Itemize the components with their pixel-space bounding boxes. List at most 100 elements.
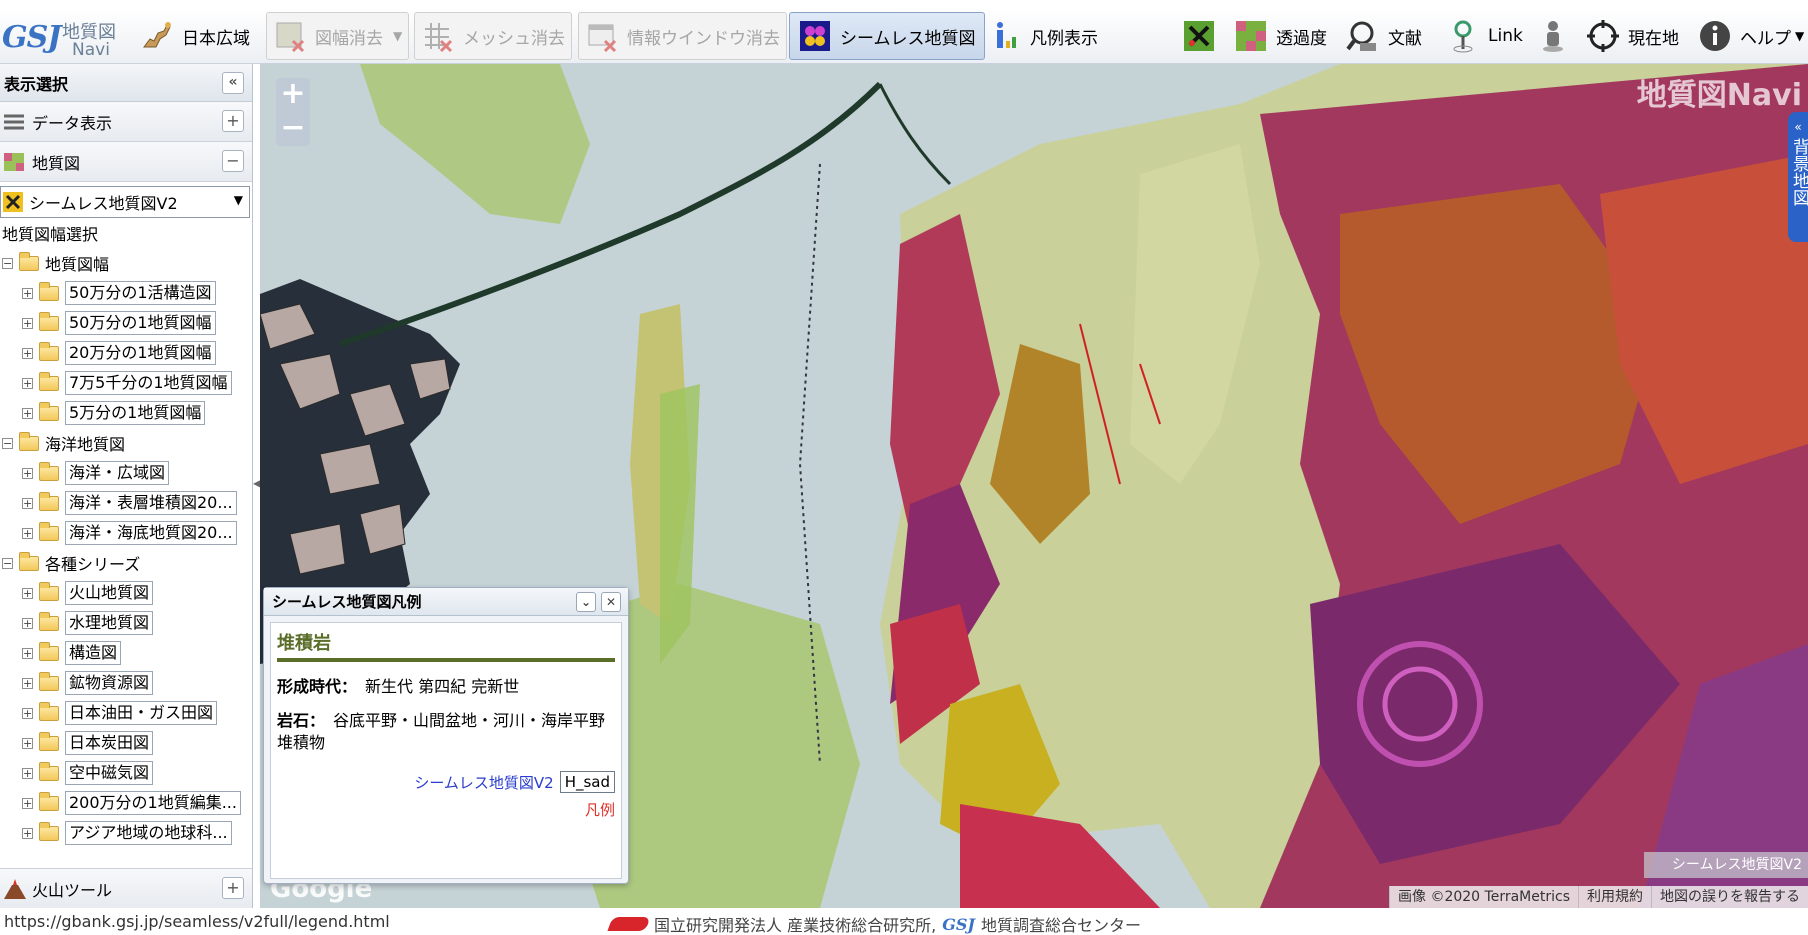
expand-toggle-icon[interactable]: + (22, 467, 33, 479)
rock-type-heading: 堆積岩 (277, 629, 615, 662)
tree-item-label: 火山地質図 (65, 581, 154, 605)
expand-toggle-icon[interactable]: + (22, 767, 33, 779)
tree-item-label: 20万分の1地質図幅 (65, 341, 216, 365)
tree-item[interactable]: + アジア地域の地球科... (0, 818, 252, 848)
expand-toggle-icon[interactable]: + (22, 737, 33, 749)
minimize-button[interactable]: ⌄ (576, 592, 596, 612)
geology-map-section[interactable]: 地質図 − (0, 142, 252, 182)
expand-toggle-icon[interactable]: + (22, 647, 33, 659)
expand-toggle-icon[interactable]: + (22, 587, 33, 599)
tree-item-label: 日本油田・ガス田図 (65, 701, 218, 725)
rock-label: 岩石： (277, 711, 326, 730)
tree-item[interactable]: + 海洋・広域図 (0, 458, 252, 488)
era-label: 形成時代： (277, 677, 358, 696)
tree-item-label: 50万分の1活構造図 (65, 281, 216, 305)
layer-x-button[interactable] (1182, 12, 1224, 60)
tree-group[interactable]: − 地質図幅 (0, 248, 252, 278)
expand-toggle-icon[interactable]: + (22, 827, 33, 839)
expand-toggle-icon[interactable]: + (22, 617, 33, 629)
report-error-link[interactable]: 地図の誤りを報告する (1651, 886, 1808, 908)
collapse-panel-button[interactable]: « (222, 72, 244, 94)
clear-info-window-button[interactable]: 情報ウインドウ消去 (578, 12, 787, 60)
collapse-toggle-icon[interactable]: − (2, 257, 13, 269)
legend-display-label: 凡例表示 (1030, 28, 1098, 49)
source-link[interactable]: シームレス地質図V2 (414, 772, 553, 793)
panel-title: 表示選択 (4, 74, 69, 94)
expand-button[interactable]: + (222, 110, 244, 132)
tree-item[interactable]: +7万5千分の1地質図幅 (0, 368, 252, 398)
collapse-toggle-icon[interactable]: − (2, 437, 13, 449)
tree-item[interactable]: +200万分の1地質編集... (0, 788, 252, 818)
imagery-credit: 画像 ©2020 TerraMetrics (1389, 886, 1578, 908)
tree-item[interactable]: + 海洋・海底地質図20... (0, 518, 252, 548)
gsj-logo[interactable]: GSJ 地質図 Navi (0, 12, 130, 60)
volcano-tools-section[interactable]: 火山ツール + (0, 868, 252, 908)
tree-item-label: 海洋・海底地質図20... (65, 521, 237, 545)
street-view-button[interactable] (1536, 12, 1578, 60)
tree-item-label: 7万5千分の1地質図幅 (65, 371, 232, 395)
help-button[interactable]: ヘルプ ▼ (1698, 12, 1804, 60)
folder-icon (39, 521, 59, 541)
expand-toggle-icon[interactable]: + (22, 797, 33, 809)
tree-item[interactable]: + 構造図 (0, 638, 252, 668)
expand-toggle-icon[interactable]: + (22, 347, 33, 359)
expand-button[interactable]: + (222, 877, 244, 899)
expand-toggle-icon[interactable]: + (22, 497, 33, 509)
collapse-button[interactable]: − (222, 150, 244, 172)
tree-group-label: 地質図幅 (45, 255, 110, 274)
zoom-in-button[interactable]: + (276, 78, 310, 112)
collapse-toggle-icon[interactable]: − (2, 557, 13, 569)
legend-display-button[interactable]: 凡例表示 (988, 12, 1098, 60)
tree-item[interactable]: +5万分の1地質図幅 (0, 398, 252, 428)
tree-item-label: 5万分の1地質図幅 (65, 401, 206, 425)
tree-item[interactable]: + 鉱物資源図 (0, 668, 252, 698)
legend-link[interactable]: 凡例 (585, 799, 615, 820)
organization-credit: 国立研究開発法人 産業技術総合研究所, GSJ 地質調査総合センター (607, 912, 1141, 935)
tree-item-label: 海洋・表層堆積図20... (65, 491, 237, 515)
tree-item[interactable]: + 水理地質図 (0, 608, 252, 638)
close-icon[interactable]: ✕ (601, 592, 621, 612)
link-button[interactable]: Link (1446, 12, 1523, 60)
expand-toggle-icon[interactable]: + (22, 707, 33, 719)
link-pin-icon (1453, 20, 1473, 53)
literature-button[interactable]: 文献 (1346, 12, 1422, 60)
map-watermark: 地質図Navi (1636, 78, 1802, 113)
zoom-out-button[interactable]: − (276, 112, 310, 146)
crosshair-icon (1587, 20, 1619, 52)
tree-item[interactable]: + 火山地質図 (0, 578, 252, 608)
current-location-button[interactable]: 現在地 (1586, 12, 1679, 60)
folder-icon (39, 731, 59, 751)
clear-mesh-button[interactable]: メッシュ消去 (414, 12, 572, 60)
legend-code: H_sad (559, 771, 615, 793)
data-display-section[interactable]: データ表示 + (0, 102, 252, 142)
clear-sheet-button[interactable]: 図幅消去 ▼ (266, 12, 410, 60)
tree-item[interactable]: + 日本炭田図 (0, 728, 252, 758)
expand-toggle-icon[interactable]: + (22, 287, 33, 299)
folder-icon (39, 461, 59, 481)
seamless-map-button[interactable]: シームレス地質図 (789, 12, 985, 60)
background-map-label: 背景地図 (1789, 138, 1808, 206)
tree-item[interactable]: + 日本油田・ガス田図 (0, 698, 252, 728)
wide-area-button[interactable]: 日本広域 (140, 12, 250, 60)
expand-toggle-icon[interactable]: + (22, 407, 33, 419)
tree-item[interactable]: +20万分の1地質図幅 (0, 338, 252, 368)
tree-item[interactable]: +50万分の1地質図幅 (0, 308, 252, 338)
expand-toggle-icon[interactable]: + (22, 527, 33, 539)
legend-window-titlebar[interactable]: シームレス地質図凡例 ⌄ ✕ (264, 588, 628, 616)
tree-group[interactable]: − 各種シリーズ (0, 548, 252, 578)
status-url: https://gbank.gsj.jp/seamless/v2full/leg… (4, 912, 390, 931)
tree-item[interactable]: +50万分の1活構造図 (0, 278, 252, 308)
list-icon (4, 114, 24, 129)
terms-link[interactable]: 利用規約 (1578, 886, 1651, 908)
tree-item[interactable]: + 空中磁気図 (0, 758, 252, 788)
expand-toggle-icon[interactable]: + (22, 377, 33, 389)
tree-group[interactable]: − 海洋地質図 (0, 428, 252, 458)
background-map-tab[interactable]: « 背景地図 (1788, 112, 1808, 242)
tree-item[interactable]: + 海洋・表層堆積図20... (0, 488, 252, 518)
expand-toggle-icon[interactable]: + (22, 317, 33, 329)
info-icon (1700, 21, 1730, 51)
geology-layer-select[interactable]: シームレス地質図V2 ▼ (0, 186, 250, 218)
transparency-button[interactable]: 透過度 (1234, 12, 1327, 60)
expand-toggle-icon[interactable]: + (22, 677, 33, 689)
toolbar: GSJ 地質図 Navi 日本広域 図幅消去 ▼ メッシュ消去 情報ウインドウ消… (0, 8, 1808, 64)
